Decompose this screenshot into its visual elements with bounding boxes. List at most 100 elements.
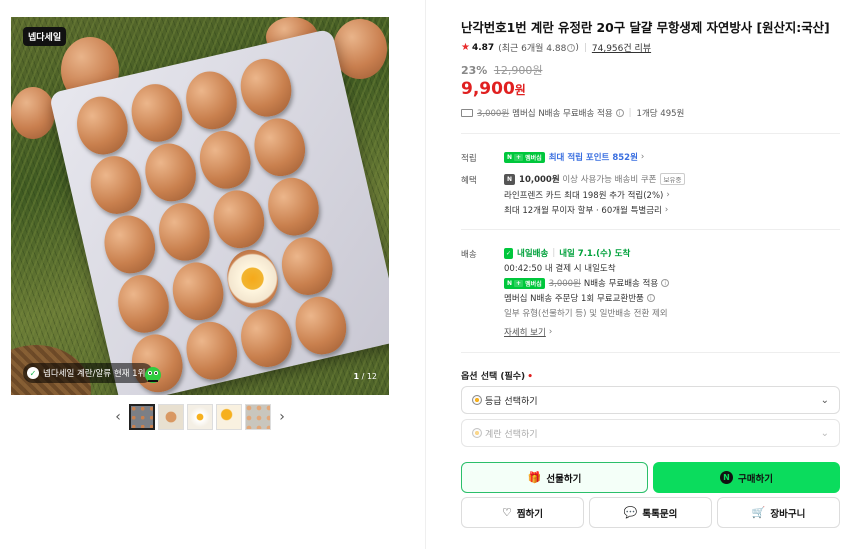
chevron-right-icon: ›	[640, 152, 645, 162]
sale-price: 9,900원	[461, 79, 526, 99]
egg	[71, 91, 134, 160]
npay-badge: N + 멤버십	[504, 151, 545, 163]
cart-icon: 🛒	[751, 506, 766, 519]
product-title: 난각번호1번 계란 유정란 20구 달걀 무항생제 자연방사 [원산지:국산]	[461, 20, 830, 35]
more-details-row[interactable]: 자세히 보기 ›	[504, 326, 552, 338]
chat-icon: 💬	[623, 506, 638, 519]
required-mark: •	[527, 372, 533, 382]
egg	[125, 79, 188, 147]
card-text: 라인프렌즈 카드 최대 198원 추가 적립(2%)	[504, 191, 664, 201]
separator: |	[583, 42, 587, 53]
star-icon: ★	[461, 42, 470, 53]
coupon-row[interactable]: N 10,000원 이상 사용가능 배송비 쿠폰 보유중	[504, 173, 686, 185]
chevron-right-icon: ›	[548, 327, 553, 337]
installment-text: 최대 12개월 무이자 할부 · 60개월 특별금리	[504, 206, 662, 216]
cracked-egg	[221, 244, 284, 313]
installment-row[interactable]: 최대 12개월 무이자 할부 · 60개월 특별금리 ›	[504, 204, 668, 216]
trophy-icon: ✓	[27, 367, 39, 379]
divider	[461, 133, 840, 134]
heart-icon: ♡	[501, 506, 512, 519]
cutoff-row: 00:42:50 내 결제 시 내일도착	[504, 264, 616, 274]
delivery-original-fee: 3,000원	[548, 279, 581, 289]
loose-egg	[11, 87, 55, 139]
discount-rate: 23%	[461, 64, 488, 77]
egg	[207, 185, 270, 254]
card-row[interactable]: 라인프렌즈 카드 최대 198원 추가 적립(2%) ›	[504, 189, 670, 201]
egg	[139, 138, 202, 207]
egg	[98, 210, 161, 279]
egg	[194, 125, 256, 194]
egg-icon	[472, 428, 482, 438]
egg	[112, 269, 175, 338]
more-details-link[interactable]: 자세히 보기	[504, 326, 546, 338]
thumbnail-2[interactable]	[158, 404, 184, 430]
thumbnail-3[interactable]	[187, 404, 213, 430]
info-icon[interactable]: i	[615, 109, 624, 117]
egg	[289, 291, 352, 360]
egg-select[interactable]: 계란 선택하기 ⌄	[461, 419, 840, 447]
arrival-date: 내일 7.1.(수) 도착	[559, 249, 631, 259]
thumb-prev-arrow[interactable]: ‹	[110, 404, 126, 430]
main-product-image[interactable]: 넵다세일 ✓ 넵다세일 계란/알류 현재 1위 1 / 12	[11, 17, 389, 395]
shipping-text: 멤버십 N배송 무료배송 적용	[512, 109, 613, 119]
coupon-text: 이상 사용가능 배송비 쿠폰	[562, 175, 657, 185]
perks-label: 혜택	[461, 176, 477, 186]
thumbnail-5[interactable]	[245, 404, 271, 430]
points-row[interactable]: N + 멤버십 최대 적립 포인트 852원 ›	[504, 151, 644, 163]
original-price: 12,900원	[493, 64, 543, 77]
info-icon[interactable]: i	[646, 294, 655, 302]
coupon-amount: 10,000원	[519, 175, 560, 185]
mascot-icon	[145, 367, 161, 383]
shipping-original-fee: 3,000원	[477, 109, 510, 119]
rating-recent-close: )	[575, 42, 579, 53]
sale-badge: 넵다세일	[23, 27, 67, 46]
egg	[153, 197, 216, 266]
tomorrow-delivery-label: 내일배송	[517, 249, 549, 259]
info-icon[interactable]: i	[661, 279, 670, 287]
coupon-n-icon: N	[504, 173, 516, 185]
review-count-link[interactable]: 74,956건 리뷰	[592, 41, 651, 54]
thumbnail-4[interactable]	[216, 404, 242, 430]
column-divider	[425, 0, 426, 549]
chevron-down-icon: ⌄	[820, 427, 829, 439]
cart-button[interactable]: 🛒 장바구니	[717, 497, 840, 528]
delivery-free-row: N + 멤버십 3,000원 N배송 무료배송 적용 i	[504, 277, 670, 289]
option-label: 옵션 선택 (필수) •	[461, 372, 533, 382]
thumb-next-arrow[interactable]: ›	[274, 404, 290, 430]
egg-select-text: 계란 선택하기	[485, 429, 538, 440]
price-unit: 원	[514, 83, 526, 97]
rating-row: ★ 4.87 (최근 6개월 4.88 i ) | 74,956건 리뷰	[461, 41, 651, 54]
separator: |	[552, 248, 556, 258]
egg	[167, 257, 229, 326]
divider	[461, 229, 840, 230]
talk-inquiry-button[interactable]: 💬 톡톡문의	[589, 497, 712, 528]
buy-button[interactable]: N 구매하기	[653, 462, 840, 493]
chevron-down-icon: ⌄	[820, 394, 829, 406]
grade-select-text: 등급 선택하기	[485, 396, 538, 407]
price-number: 9,900	[461, 79, 515, 99]
naver-n-icon: N	[720, 471, 734, 484]
delivery-free-text: N배송 무료배송 적용	[583, 279, 659, 289]
npay-badge: N + 멤버십	[504, 277, 545, 289]
shipping-row: 3,000원 멤버십 N배송 무료배송 적용 i | 1개당 495원	[461, 107, 684, 119]
chevron-right-icon: ›	[666, 190, 670, 200]
exchange-text: 멤버십 N배송 주문당 1회 무료교환반품	[504, 294, 644, 304]
egg	[276, 232, 338, 300]
wishlist-button[interactable]: ♡ 찜하기	[461, 497, 584, 528]
rank-pill[interactable]: ✓ 넵다세일 계란/알류 현재 1위	[23, 363, 154, 383]
rating-value: 4.87	[471, 42, 495, 53]
egg	[235, 304, 298, 372]
grade-select[interactable]: 등급 선택하기 ⌄	[461, 386, 840, 414]
max-points-link[interactable]: 최대 적립 포인트 852원	[549, 151, 638, 163]
egg-icon	[472, 395, 482, 405]
rating-recent: (최근 6개월 4.88	[498, 44, 567, 54]
exchange-row: 멤버십 N배송 주문당 1회 무료교환반품 i	[504, 292, 655, 304]
discount-row: 23% 12,900원	[461, 62, 542, 78]
per-unit-price: 1개당 495원	[636, 109, 685, 119]
rank-pill-text: 넵다세일 계란/알류 현재 1위	[43, 369, 146, 379]
divider	[461, 352, 840, 353]
thumbnail-1[interactable]	[129, 404, 155, 430]
gift-button[interactable]: 🎁 선물하기	[461, 462, 648, 493]
delivery-label: 배송	[461, 250, 477, 260]
info-icon[interactable]: i	[567, 43, 576, 52]
